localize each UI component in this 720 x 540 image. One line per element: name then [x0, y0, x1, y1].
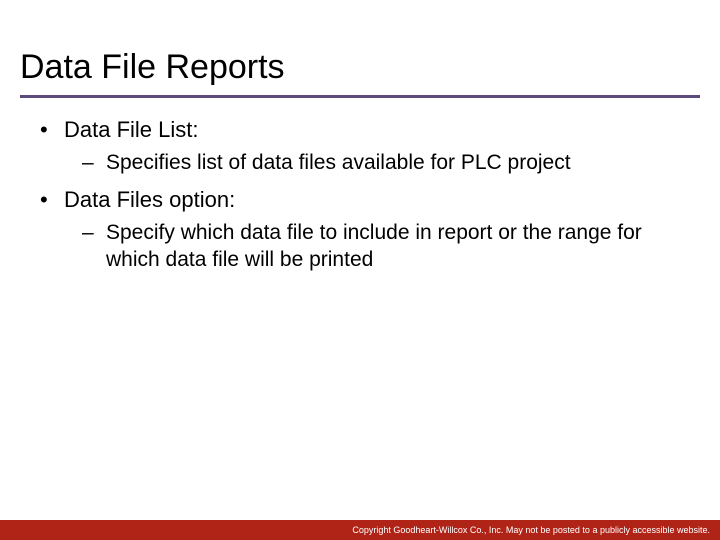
bullet-item: Data File List: Specifies list of data f…	[40, 116, 692, 176]
sub-bullet-item: Specifies list of data files available f…	[82, 149, 692, 176]
sub-bullet-list: Specify which data file to include in re…	[64, 219, 692, 274]
footer-bar: Copyright Goodheart-Willcox Co., Inc. Ma…	[0, 520, 720, 540]
sub-bullet-text: Specifies list of data files available f…	[106, 151, 571, 174]
slide: Data File Reports Data File List: Specif…	[0, 0, 720, 540]
bullet-list: Data File List: Specifies list of data f…	[40, 116, 692, 273]
slide-title: Data File Reports	[20, 48, 700, 98]
bullet-item: Data Files option: Specify which data fi…	[40, 186, 692, 273]
title-block: Data File Reports	[0, 0, 720, 98]
bullet-text: Data File List:	[64, 117, 199, 142]
sub-bullet-item: Specify which data file to include in re…	[82, 219, 692, 274]
slide-content: Data File List: Specifies list of data f…	[0, 98, 720, 273]
footer-text: Copyright Goodheart-Willcox Co., Inc. Ma…	[352, 525, 710, 535]
sub-bullet-list: Specifies list of data files available f…	[64, 149, 692, 176]
bullet-text: Data Files option:	[64, 187, 235, 212]
sub-bullet-text: Specify which data file to include in re…	[106, 221, 642, 271]
